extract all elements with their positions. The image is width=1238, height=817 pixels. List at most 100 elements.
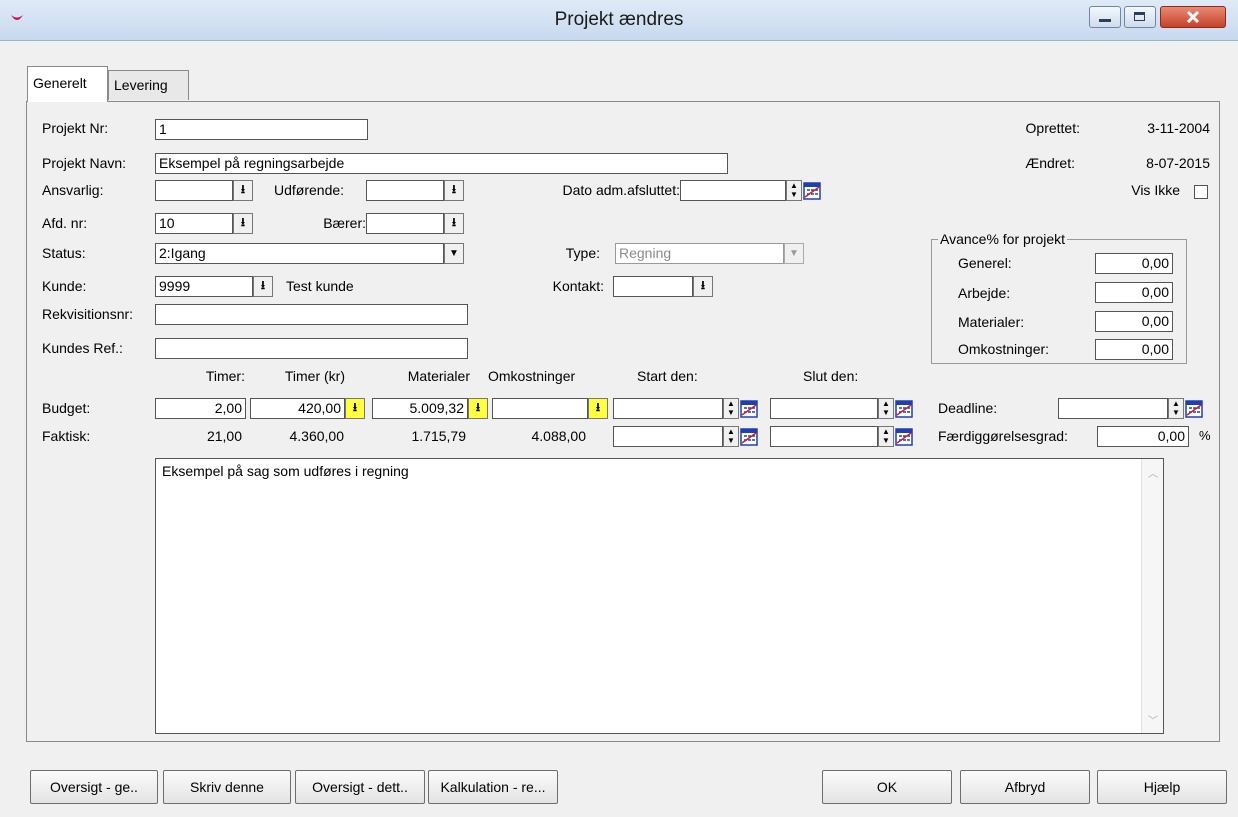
arrow-down-icon: ⭳ xyxy=(240,215,246,229)
budget-timer-kr-dropdown[interactable]: ⭳ xyxy=(345,398,365,419)
status-dropdown-button[interactable]: ▼ xyxy=(444,243,464,264)
dato-adm-spin[interactable]: ▲ ▼ xyxy=(786,180,802,201)
hjaelp-button[interactable]: Hjælp xyxy=(1097,770,1227,804)
baerer-dropdown-button[interactable]: ⭳ xyxy=(444,213,464,234)
deadline-spin[interactable]: ▲ ▼ xyxy=(1168,398,1184,419)
header-slut-den: Slut den: xyxy=(803,368,859,384)
arrow-down-icon: ⭳ xyxy=(700,278,706,292)
budget-label: Budget: xyxy=(42,400,91,416)
calendar-icon[interactable] xyxy=(1185,399,1203,418)
aendret-value: 8-07-2015 xyxy=(1146,155,1210,171)
calendar-icon[interactable] xyxy=(740,399,758,418)
maximize-button[interactable] xyxy=(1124,6,1156,28)
baerer-label: Bærer: xyxy=(323,215,366,231)
budget-timer-field[interactable]: 2,00 xyxy=(155,398,246,419)
rekvisitionsnr-label: Rekvisitionsnr: xyxy=(42,306,134,322)
header-materialer: Materialer xyxy=(407,368,470,384)
budget-omkostninger-field[interactable] xyxy=(492,398,588,419)
faerdig-field[interactable]: 0,00 xyxy=(1097,426,1189,447)
afd-nr-dropdown-button[interactable]: ⭳ xyxy=(233,213,253,234)
avance-arbejde-field[interactable]: 0,00 xyxy=(1095,282,1173,303)
ok-button[interactable]: OK xyxy=(822,770,952,804)
calendar-icon[interactable] xyxy=(895,399,913,418)
calendar-icon[interactable] xyxy=(895,427,913,446)
budget-slut-field[interactable] xyxy=(770,398,878,419)
calendar-icon[interactable] xyxy=(740,427,758,446)
projekt-navn-field[interactable]: Eksempel på regningsarbejde xyxy=(155,153,728,174)
arrow-down-icon: ⭳ xyxy=(451,182,457,196)
baerer-field[interactable] xyxy=(366,213,444,234)
oversigt-ge-button[interactable]: Oversigt - ge.. xyxy=(30,770,158,804)
type-select[interactable]: Regning xyxy=(615,243,784,264)
arrow-down-icon: ⭳ xyxy=(260,278,266,292)
skriv-denne-button[interactable]: Skriv denne xyxy=(163,770,291,804)
kundes-ref-field[interactable] xyxy=(155,338,468,359)
type-dropdown-button[interactable]: ▼ xyxy=(784,243,804,264)
window-title: Projekt ændres xyxy=(554,9,684,30)
tab-generelt[interactable]: Generelt xyxy=(27,66,108,102)
kontakt-field[interactable] xyxy=(613,276,693,297)
rekvisitionsnr-field[interactable] xyxy=(155,304,468,325)
arrow-down-icon: ⭳ xyxy=(451,215,457,229)
faktisk-start-field[interactable] xyxy=(613,426,723,447)
budget-materialer-dropdown[interactable]: ⭳ xyxy=(468,398,488,419)
avance-arbejde-label: Arbejde: xyxy=(958,285,1011,301)
faktisk-slut-spin[interactable]: ▲ ▼ xyxy=(878,426,894,447)
close-button[interactable] xyxy=(1160,6,1226,28)
triangle-down-icon: ▼ xyxy=(789,248,799,259)
faktisk-start-spin[interactable]: ▲ ▼ xyxy=(723,426,739,447)
udforende-label: Udførende: xyxy=(274,182,345,198)
vertical-scrollbar[interactable]: ︿ ﹀ xyxy=(1141,459,1163,733)
faktisk-slut-field[interactable] xyxy=(770,426,878,447)
minimize-button[interactable] xyxy=(1089,6,1121,28)
avance-materialer-field[interactable]: 0,00 xyxy=(1095,311,1173,332)
dato-adm-field[interactable] xyxy=(680,180,786,201)
budget-start-spin[interactable]: ▲ ▼ xyxy=(723,398,739,419)
budget-timer-kr-field[interactable]: 420,00 xyxy=(250,398,345,419)
afd-nr-label: Afd. nr: xyxy=(42,215,88,231)
faktisk-materialer: 1.715,79 xyxy=(411,428,467,444)
budget-start-field[interactable] xyxy=(613,398,723,419)
description-textarea[interactable]: Eksempel på sag som udføres i regning ︿ … xyxy=(155,458,1164,734)
deadline-label: Deadline: xyxy=(938,400,998,416)
faktisk-timer-kr: 4.360,00 xyxy=(289,428,345,444)
budget-slut-spin[interactable]: ▲ ▼ xyxy=(878,398,894,419)
arrow-down-icon: ⭳ xyxy=(240,182,246,196)
avance-generel-field[interactable]: 0,00 xyxy=(1095,253,1173,274)
oversigt-dett-button[interactable]: Oversigt - dett.. xyxy=(295,770,425,804)
scroll-down-icon[interactable]: ﹀ xyxy=(1148,712,1158,727)
maximize-icon xyxy=(1134,12,1145,21)
budget-materialer-field[interactable]: 5.009,32 xyxy=(372,398,468,419)
aendret-label: Ændret: xyxy=(1025,155,1075,171)
budget-omkostninger-dropdown[interactable]: ⭳ xyxy=(588,398,608,419)
header-omkostninger: Omkostninger xyxy=(488,368,576,384)
ansvarlig-field[interactable] xyxy=(155,180,233,201)
avance-generel-label: Generel: xyxy=(958,255,1012,271)
tab-levering[interactable]: Levering xyxy=(108,70,189,100)
kalkulation-button[interactable]: Kalkulation - re... xyxy=(428,770,558,804)
projekt-nr-field[interactable]: 1 xyxy=(155,119,368,140)
avance-omkostninger-field[interactable]: 0,00 xyxy=(1095,339,1173,360)
deadline-field[interactable] xyxy=(1058,398,1168,419)
udforende-dropdown-button[interactable]: ⭳ xyxy=(444,180,464,201)
oprettet-value: 3-11-2004 xyxy=(1147,120,1210,136)
kontakt-dropdown-button[interactable]: ⭳ xyxy=(693,276,713,297)
vis-ikke-checkbox[interactable] xyxy=(1194,185,1208,199)
title-bar[interactable]: Projekt ændres xyxy=(0,0,1238,41)
afbryd-button[interactable]: Afbryd xyxy=(960,770,1090,804)
udforende-field[interactable] xyxy=(366,180,444,201)
header-timer-kr: Timer (kr) xyxy=(284,368,345,384)
type-label: Type: xyxy=(565,245,600,261)
faktisk-omkostninger: 4.088,00 xyxy=(531,428,587,444)
kunde-name: Test kunde xyxy=(286,278,354,294)
kunde-dropdown-button[interactable]: ⭳ xyxy=(253,276,273,297)
status-select[interactable]: 2:Igang xyxy=(155,243,444,264)
calendar-icon[interactable] xyxy=(803,181,821,200)
scroll-up-icon[interactable]: ︿ xyxy=(1148,465,1158,480)
avance-title: Avance% for projekt xyxy=(938,231,1068,247)
ansvarlig-dropdown-button[interactable]: ⭳ xyxy=(233,180,253,201)
kunde-field[interactable]: 9999 xyxy=(155,276,253,297)
arrow-down-icon: ⭳ xyxy=(352,400,358,414)
afd-nr-field[interactable]: 10 xyxy=(155,213,233,234)
description-text: Eksempel på sag som udføres i regning xyxy=(162,463,409,479)
